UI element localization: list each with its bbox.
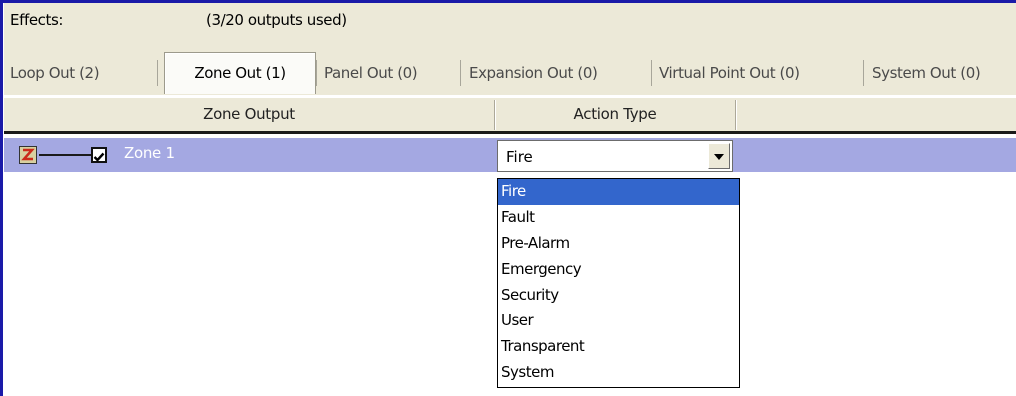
dropdown-option-security[interactable]: Security [498,283,739,309]
action-type-value: Fire [506,148,533,166]
tab-zone-out[interactable]: Zone Out (1) [164,52,316,94]
effects-label: Effects: [10,11,64,29]
tab-separator [316,60,317,86]
dropdown-option-user[interactable]: User [498,308,739,334]
column-divider[interactable] [735,100,736,130]
tab-separator [863,60,864,86]
tab-system-out[interactable]: System Out (0) [870,55,982,91]
dropdown-option-transparent[interactable]: Transparent [498,334,739,360]
dropdown-option-emergency[interactable]: Emergency [498,257,739,283]
checkmark-icon [93,152,105,162]
tab-panel-out[interactable]: Panel Out (0) [322,55,419,91]
dropdown-arrow-icon[interactable] [708,143,730,169]
dropdown-option-system[interactable]: System [498,360,739,386]
zone-glyph-icon [21,148,35,161]
zone-icon [19,146,37,164]
grid-header: Zone Output Action Type [4,98,1016,134]
tab-separator [157,60,158,86]
tab-separator [651,60,652,86]
outputs-used-count: (3/20 outputs used) [206,11,347,29]
effects-header: Effects: (3/20 outputs used) [4,3,1016,35]
column-header-zone-output[interactable]: Zone Output [4,98,494,131]
column-header-action-type[interactable]: Action Type [495,98,735,131]
tab-expansion-out[interactable]: Expansion Out (0) [467,55,599,91]
dropdown-option-fire[interactable]: Fire [498,179,739,205]
zone-enable-checkbox[interactable] [91,147,107,163]
tab-loop-out[interactable]: Loop Out (2) [8,55,101,91]
dropdown-option-fault[interactable]: Fault [498,205,739,231]
action-type-select[interactable]: Fire [497,140,733,172]
action-type-dropdown-list: Fire Fault Pre-Alarm Emergency Security … [497,178,740,388]
tree-connector-line [39,154,91,156]
tab-virtual-point-out[interactable]: Virtual Point Out (0) [657,55,802,91]
zone-label: Zone 1 [124,144,175,162]
dropdown-option-pre-alarm[interactable]: Pre-Alarm [498,231,739,257]
tab-separator [460,60,461,86]
output-tabs: Loop Out (2) Zone Out (1) Panel Out (0) … [4,35,1016,95]
